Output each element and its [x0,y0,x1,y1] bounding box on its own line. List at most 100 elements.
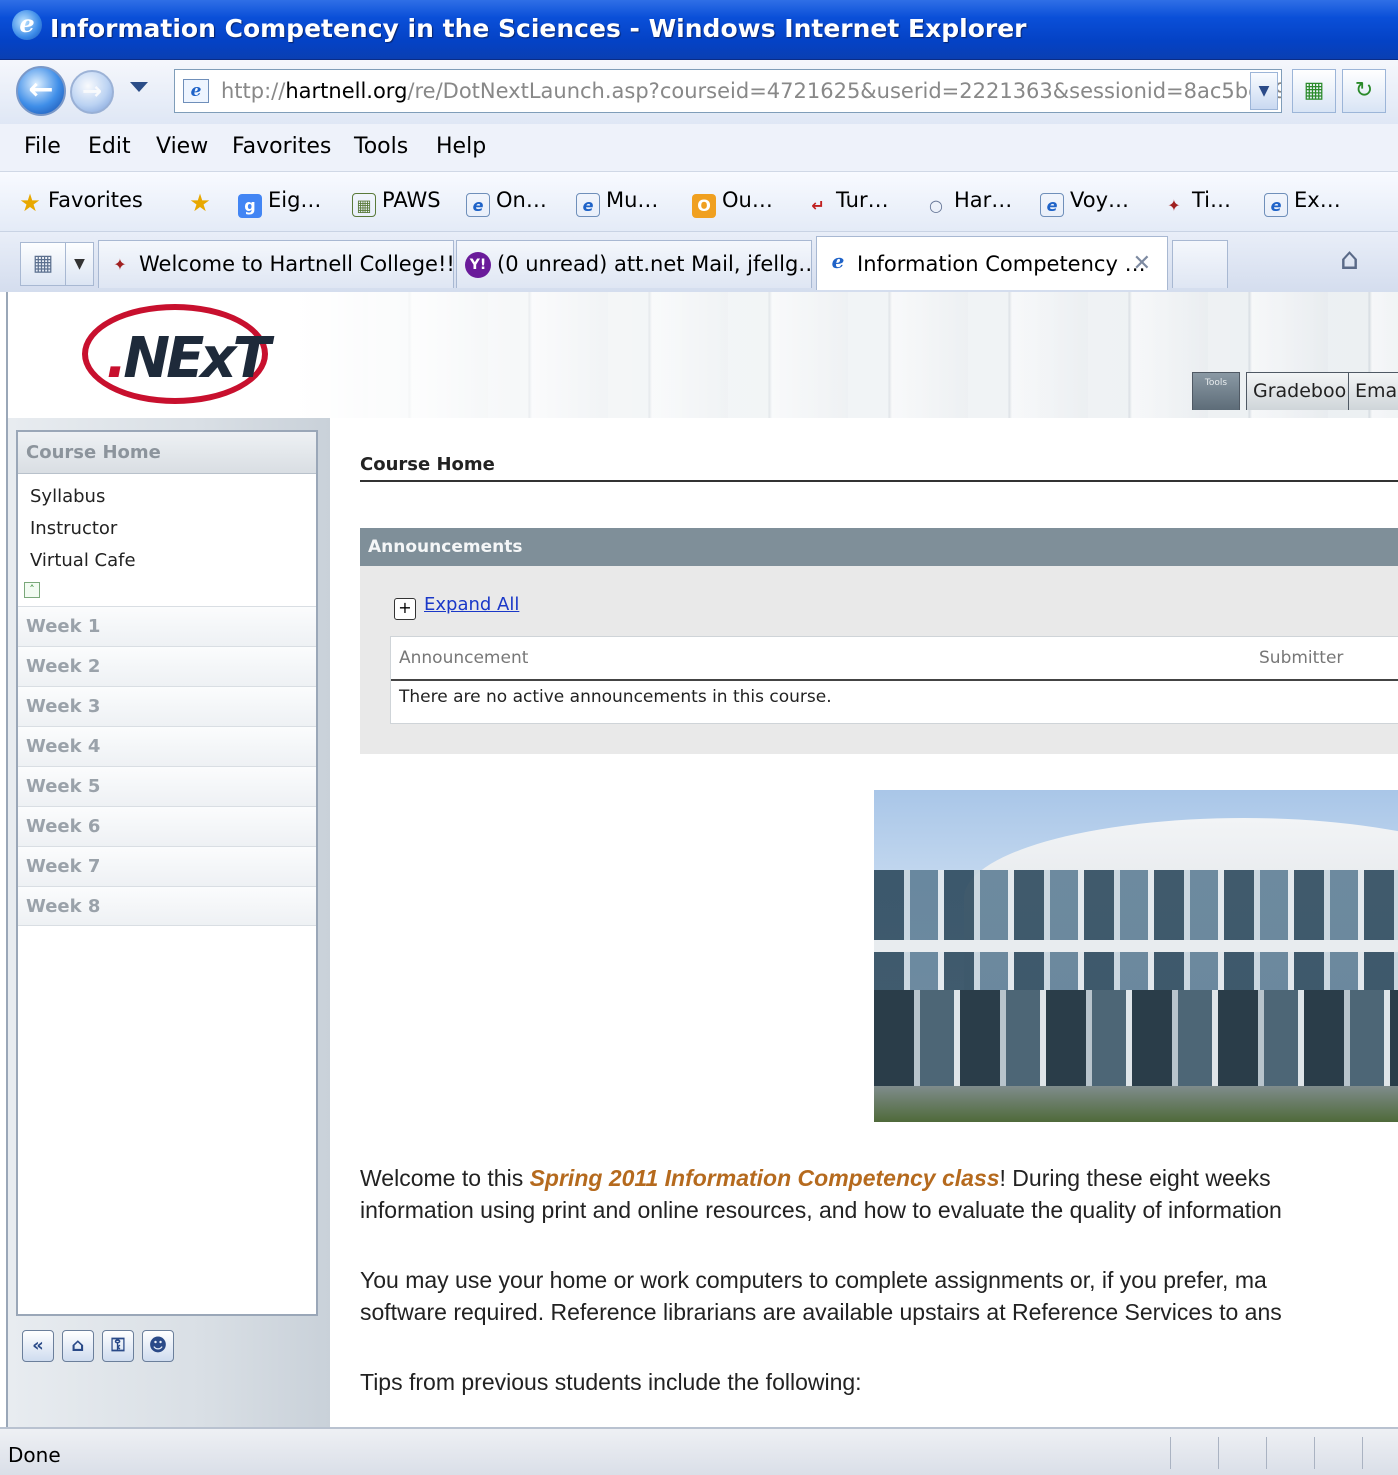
hartnell-icon: ✦ [1167,196,1181,215]
announcements-table: Announcement Submitter There are no acti… [390,636,1398,724]
menu-bar: File Edit View Favorites Tools Help [0,124,1398,172]
fav-label: Mu… [606,188,659,212]
nav-week-2[interactable]: Week 2 [18,646,316,686]
collapse-up-icon[interactable]: ˄ [24,582,40,598]
gradebook-tab[interactable]: Gradebook [1246,372,1365,410]
course-navigation: Course Home Syllabus Instructor Virtual … [16,430,318,1316]
menu-help[interactable]: Help [436,134,486,159]
fav-label: Tur… [836,188,889,212]
url-prefix: http:// [221,79,286,103]
expand-all-link[interactable]: + Expand All [394,594,519,620]
tools-tab[interactable]: Tools [1192,372,1240,410]
fav-item-ou[interactable]: O Ou… [692,188,773,218]
user-icon[interactable]: ☻ [142,1330,174,1362]
refresh-icon[interactable]: ↻ [1342,69,1386,113]
fav-label: Ti… [1192,188,1232,212]
expand-icon: + [394,598,416,620]
menu-edit[interactable]: Edit [88,134,131,159]
collapse-sidebar-icon[interactable]: « [22,1330,54,1362]
nav-week-5[interactable]: Week 5 [18,766,316,806]
favorites-label: Favorites [48,188,143,212]
tab-information-competency[interactable]: e Information Competency … ✕ [816,236,1168,290]
nav-week-7[interactable]: Week 7 [18,846,316,886]
close-tab-icon[interactable]: ✕ [1133,237,1151,290]
back-button[interactable]: ← [16,66,66,116]
fav-label: Ou… [722,188,773,212]
tab-list-dropdown[interactable]: ▼ [66,242,94,286]
status-divider [1218,1437,1219,1469]
menu-view[interactable]: View [156,134,208,159]
tab-label: (0 unread) att.net Mail, jfellg… [497,252,812,276]
tab-att-mail[interactable]: Y! (0 unread) att.net Mail, jfellg… [456,240,812,288]
nav-week-1[interactable]: Week 1 [18,606,316,646]
expand-all-label: Expand All [424,594,520,615]
class-name-highlight: Spring 2011 Information Competency class [529,1165,1000,1191]
nav-week-3[interactable]: Week 3 [18,686,316,726]
nav-syllabus[interactable]: Syllabus [30,486,105,507]
email-tab[interactable]: Email [1348,372,1398,410]
announcements-panel: Announcements + Expand All Announcement S… [360,528,1398,754]
turnitin-icon: ↵ [811,196,825,215]
tips-heading: Tips from previous students include the … [360,1369,862,1395]
table-header-rule [391,679,1398,681]
fav-item-paws[interactable]: ▦ PAWS [352,188,441,217]
status-divider [1314,1437,1315,1469]
home-icon[interactable]: ⌂ [62,1330,94,1362]
col-submitter[interactable]: Submitter [1259,637,1343,679]
nav-week-6[interactable]: Week 6 [18,806,316,846]
fav-item-ex[interactable]: e Ex… [1264,188,1341,217]
paws-icon: ▦ [352,193,376,217]
favorites-bar: ★ Favorites ★ g Eig… ▦ PAWS e On… e Mu… O Ou… … [0,172,1398,232]
ie-page-icon: e [576,193,600,217]
fav-item-ti[interactable]: ✦ Ti… [1162,188,1231,218]
menu-file[interactable]: File [24,134,61,159]
address-field[interactable]: e http://hartnell.org/re/DotNextLaunch.as… [174,69,1282,113]
page-icon: e [183,79,209,103]
forward-button[interactable]: → [70,70,114,114]
nav-virtual-cafe[interactable]: Virtual Cafe [30,550,136,571]
fav-label: Har… [954,188,1013,212]
left-column: Course Home Syllabus Instructor Virtual … [8,418,330,1427]
welcome-text: ! During these eight weeks [999,1165,1271,1191]
building-ground [874,1086,1398,1122]
fav-item-mu[interactable]: e Mu… [576,188,658,217]
fav-item-voy[interactable]: e Voy… [1040,188,1129,217]
recent-pages-dropdown[interactable] [130,82,148,92]
favorites-button[interactable]: ★ Favorites [18,188,143,215]
menu-favorites[interactable]: Favorites [232,134,331,159]
welcome-text: Welcome to this [360,1165,530,1191]
announcements-header: Announcements [360,528,1398,566]
add-favorite-button[interactable]: ★ [188,188,218,215]
fav-label: Eig… [268,188,322,212]
nav-course-home[interactable]: Course Home [18,432,316,474]
hartnell-icon: ✦ [113,255,127,274]
tab-hartnell-welcome[interactable]: ✦ Welcome to Hartnell College!! [98,240,454,288]
col-announcement[interactable]: Announcement [399,637,528,679]
fav-item-eig[interactable]: g Eig… [238,188,321,218]
fav-item-har[interactable]: ○ Har… [924,188,1012,218]
url-path: /re/DotNextLaunch.asp?courseid=4721625&u… [407,79,1282,103]
fav-item-on[interactable]: e On… [466,188,547,217]
nav-week-4[interactable]: Week 4 [18,726,316,766]
ie-page-icon: e [1040,193,1064,217]
menu-tools[interactable]: Tools [354,134,408,159]
welcome-paragraph-2a: You may use your home or work computers … [360,1267,1267,1293]
breadcrumb: Course Home [360,454,1398,482]
nav-week-8[interactable]: Week 8 [18,886,316,926]
tab-bar: ▦ ▼ ✦ Welcome to Hartnell College!! Y! (… [0,232,1398,292]
fav-item-tur[interactable]: ↵ Tur… [806,188,889,218]
campus-building-photo [874,790,1398,1122]
ie-icon: e [831,249,845,273]
nav-instructor[interactable]: Instructor [30,518,117,539]
key-icon[interactable]: ⚿ [102,1330,134,1362]
compatibility-view-icon[interactable]: ▦ [1292,69,1336,113]
welcome-paragraph-1a: Welcome to this Spring 2011 Information … [360,1162,1398,1194]
building-lower-windows [874,990,1398,1090]
address-dropdown-button[interactable]: ▼ [1250,72,1278,110]
empty-announcements-message: There are no active announcements in thi… [399,687,832,707]
new-tab-button[interactable] [1172,240,1228,288]
chat-icon: ○ [929,196,943,215]
home-icon[interactable]: ⌂ [1340,242,1359,277]
address-toolbar: ← → e http://hartnell.org/re/DotNextLaunc… [0,60,1398,124]
quick-tabs-button[interactable]: ▦ [20,242,66,286]
